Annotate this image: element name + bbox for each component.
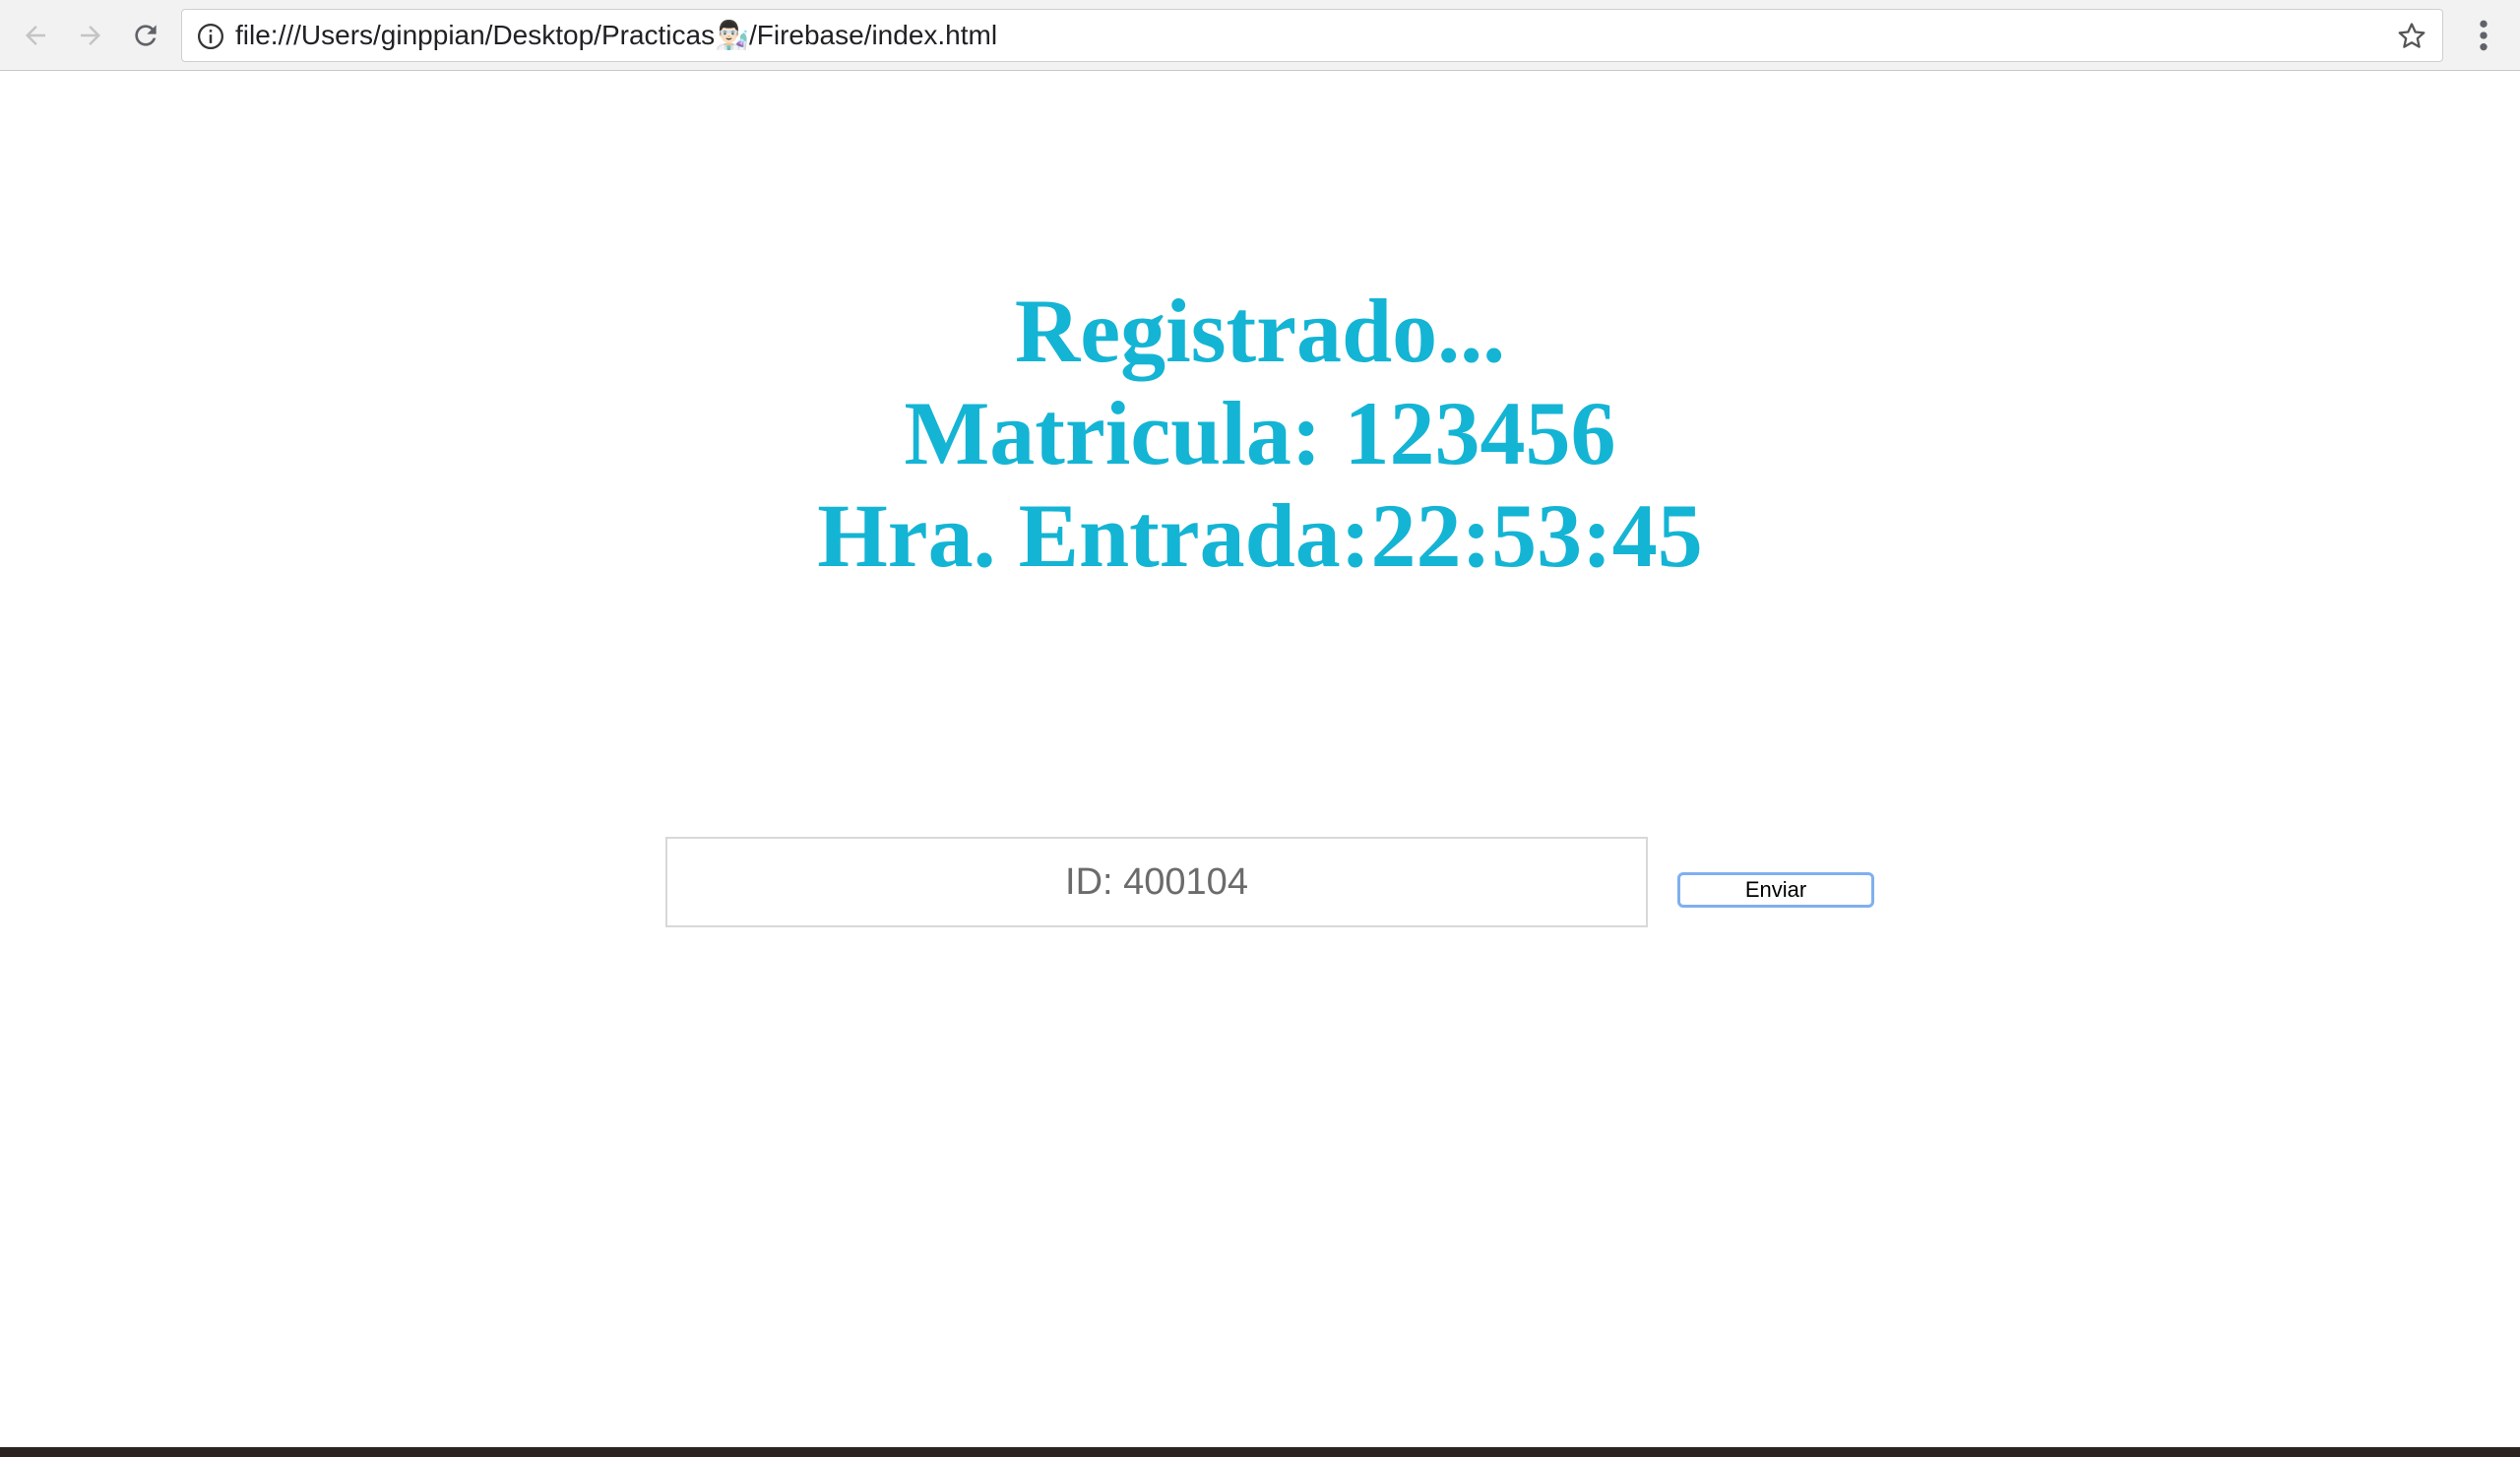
reload-button[interactable]: [126, 16, 165, 55]
reload-icon: [135, 25, 157, 46]
arrow-left-icon: [26, 26, 45, 45]
forward-button[interactable]: [71, 16, 110, 55]
status-line: Registrado...: [1014, 281, 1506, 381]
browser-toolbar: file:///Users/ginppian/Desktop/Practicas…: [0, 0, 2520, 71]
url-text[interactable]: file:///Users/ginppian/Desktop/Practicas…: [235, 10, 997, 61]
id-input[interactable]: [665, 837, 1648, 927]
arrow-right-icon: [81, 26, 100, 45]
matricula-line: Matricula: 123456: [904, 383, 1616, 483]
send-button[interactable]: Enviar: [1677, 872, 1874, 908]
info-icon[interactable]: [196, 22, 225, 51]
page-content: Registrado... Matricula: 123456 Hra. Ent…: [0, 71, 2520, 1445]
address-bar[interactable]: file:///Users/ginppian/Desktop/Practicas…: [181, 9, 2443, 62]
desktop-edge: [0, 1447, 2520, 1457]
back-button[interactable]: [16, 16, 55, 55]
star-icon[interactable]: [2395, 20, 2428, 53]
registration-heading: Registrado... Matricula: 123456 Hra. Ent…: [0, 280, 2520, 587]
entry-time-line: Hra. Entrada:22:53:45: [817, 485, 1703, 586]
kebab-menu-icon[interactable]: [2469, 16, 2498, 55]
